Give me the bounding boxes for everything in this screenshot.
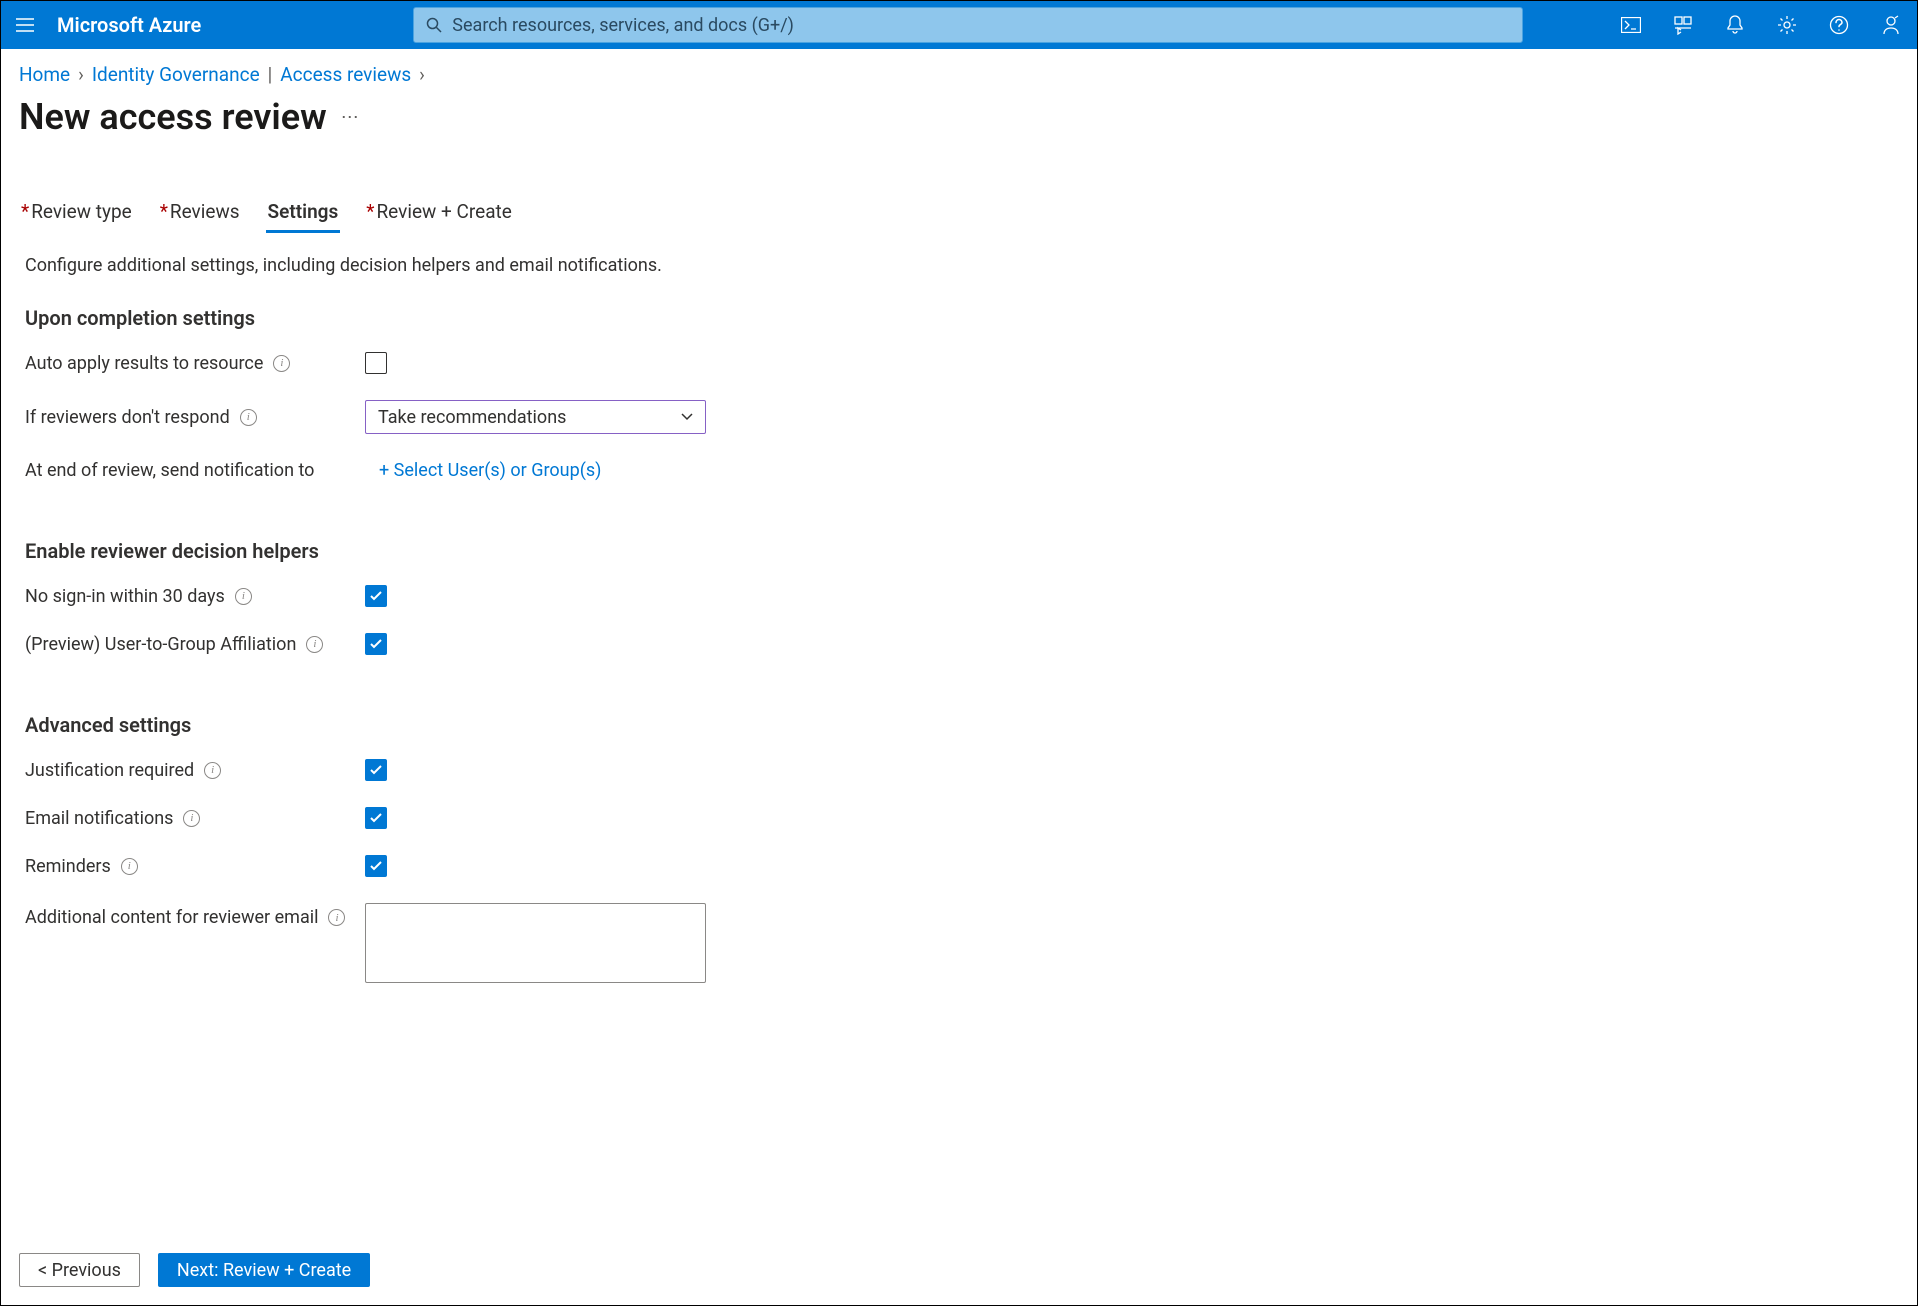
breadcrumb-home[interactable]: Home <box>19 63 70 86</box>
gear-icon <box>1777 15 1797 35</box>
info-icon[interactable] <box>204 762 221 779</box>
search-input[interactable] <box>452 15 1510 36</box>
hamburger-icon <box>16 18 34 32</box>
checkbox-auto-apply[interactable] <box>365 352 387 374</box>
directory-filter-button[interactable] <box>1657 1 1709 49</box>
info-icon[interactable] <box>240 409 257 426</box>
checkbox-justification[interactable] <box>365 759 387 781</box>
breadcrumb-access-reviews[interactable]: Access reviews <box>280 63 411 86</box>
info-icon[interactable] <box>273 355 290 372</box>
help-icon <box>1829 15 1849 35</box>
row-user-to-group: (Preview) User-to-Group Affiliation <box>25 633 1917 655</box>
info-icon[interactable] <box>121 858 138 875</box>
tab-review-type[interactable]: *Review type <box>19 200 134 233</box>
tab-label: Review + Create <box>376 200 511 223</box>
brand-label: Microsoft Azure <box>49 13 233 37</box>
intro-text: Configure additional settings, including… <box>25 255 1917 276</box>
section-upon-completion-heading: Upon completion settings <box>25 306 1917 330</box>
top-bar: Microsoft Azure <box>1 1 1917 49</box>
tab-settings[interactable]: Settings <box>266 200 341 233</box>
chevron-down-icon <box>681 413 693 421</box>
tab-label: Reviews <box>170 200 240 223</box>
tab-label: Review type <box>31 200 132 223</box>
cloud-shell-icon <box>1621 17 1641 33</box>
wizard-tabs: *Review type *Reviews Settings *Review +… <box>19 200 1917 233</box>
info-icon[interactable] <box>235 588 252 605</box>
row-reminders: Reminders <box>25 855 1917 877</box>
notifications-button[interactable] <box>1709 1 1761 49</box>
dropdown-value: Take recommendations <box>378 407 566 428</box>
info-icon[interactable] <box>306 636 323 653</box>
row-no-signin: No sign-in within 30 days <box>25 585 1917 607</box>
info-icon[interactable] <box>183 810 200 827</box>
tab-label: Settings <box>268 200 339 223</box>
bell-icon <box>1726 15 1744 35</box>
row-end-notify: At end of review, send notification to +… <box>25 460 1917 481</box>
label-auto-apply: Auto apply results to resource <box>25 353 263 374</box>
tab-review-create[interactable]: *Review + Create <box>364 200 514 233</box>
label-no-signin: No sign-in within 30 days <box>25 586 225 607</box>
label-email-notifications: Email notifications <box>25 808 173 829</box>
label-user-to-group: (Preview) User-to-Group Affiliation <box>25 634 296 655</box>
search-icon <box>426 17 442 33</box>
wizard-footer: < Previous Next: Review + Create <box>19 1253 370 1287</box>
chevron-right-icon: › <box>419 63 425 86</box>
row-additional-content: Additional content for reviewer email <box>25 903 1917 983</box>
chevron-right-icon: › <box>78 63 84 86</box>
row-auto-apply: Auto apply results to resource <box>25 352 1917 374</box>
row-if-no-response: If reviewers don't respond Take recommen… <box>25 400 1917 434</box>
page-body: Home › Identity Governance | Access revi… <box>1 49 1917 1305</box>
feedback-button[interactable] <box>1865 1 1917 49</box>
global-search[interactable] <box>413 7 1523 43</box>
checkbox-email-notifications[interactable] <box>365 807 387 829</box>
row-justification: Justification required <box>25 759 1917 781</box>
breadcrumb: Home › Identity Governance | Access revi… <box>19 63 1917 86</box>
info-icon[interactable] <box>328 909 345 926</box>
checkbox-reminders[interactable] <box>365 855 387 877</box>
feedback-icon <box>1881 15 1901 35</box>
help-button[interactable] <box>1813 1 1865 49</box>
section-advanced-heading: Advanced settings <box>25 713 1917 737</box>
section-decision-helpers-heading: Enable reviewer decision helpers <box>25 539 1917 563</box>
link-select-users-groups[interactable]: + Select User(s) or Group(s) <box>379 460 601 481</box>
previous-button[interactable]: < Previous <box>19 1253 140 1287</box>
breadcrumb-identity-governance[interactable]: Identity Governance <box>92 63 260 86</box>
label-if-no-response: If reviewers don't respond <box>25 407 230 428</box>
settings-button[interactable] <box>1761 1 1813 49</box>
label-reminders: Reminders <box>25 856 111 877</box>
next-button[interactable]: Next: Review + Create <box>158 1253 370 1287</box>
label-additional-content: Additional content for reviewer email <box>25 907 318 928</box>
breadcrumb-divider: | <box>268 63 273 86</box>
filter-icon <box>1673 15 1693 35</box>
checkbox-no-signin[interactable] <box>365 585 387 607</box>
menu-toggle-button[interactable] <box>1 1 49 49</box>
label-justification: Justification required <box>25 760 194 781</box>
page-title-row: New access review ⋯ <box>19 96 1917 138</box>
more-actions-button[interactable]: ⋯ <box>341 107 361 128</box>
checkbox-user-to-group[interactable] <box>365 633 387 655</box>
row-email-notifications: Email notifications <box>25 807 1917 829</box>
textarea-additional-content[interactable] <box>365 903 706 983</box>
label-end-notify: At end of review, send notification to <box>25 460 314 481</box>
dropdown-if-no-response[interactable]: Take recommendations <box>365 400 706 434</box>
search-wrap <box>413 7 1523 43</box>
page-title: New access review <box>19 96 327 138</box>
tab-reviews[interactable]: *Reviews <box>158 200 242 233</box>
cloud-shell-button[interactable] <box>1605 1 1657 49</box>
topbar-actions <box>1605 1 1917 49</box>
